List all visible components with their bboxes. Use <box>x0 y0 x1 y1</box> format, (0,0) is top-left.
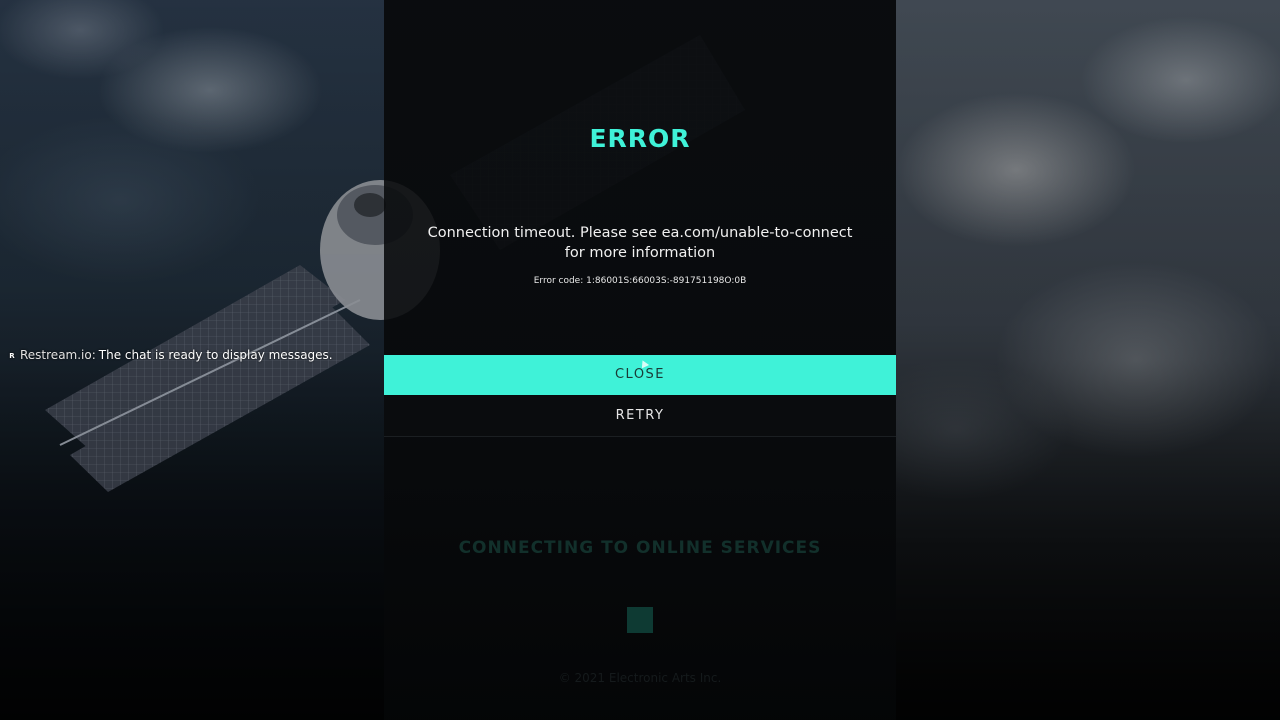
chat-sender: Restream.io: <box>20 348 96 362</box>
background-earth-right <box>896 0 1280 720</box>
error-dialog: ERROR Connection timeout. Please see ea.… <box>384 0 896 437</box>
restream-icon: R <box>9 352 15 360</box>
copyright-text: © 2021 Electronic Arts Inc. <box>558 671 722 685</box>
dialog-title: ERROR <box>589 124 691 153</box>
chat-overlay-message: R Restream.io: The chat is ready to displa… <box>8 348 333 362</box>
error-message-line-2: for more information <box>564 245 716 261</box>
error-message-line-1: Connection timeout. Please see ea.com/un… <box>427 225 853 241</box>
chat-message-text: The chat is ready to display messages. <box>98 348 333 362</box>
loading-spinner-icon <box>627 607 653 633</box>
loading-status-text: CONNECTING TO ONLINE SERVICES <box>458 538 822 558</box>
game-screen: ERROR Connection timeout. Please see ea.… <box>0 0 1280 720</box>
retry-button[interactable]: RETRY <box>384 396 896 437</box>
error-message: Connection timeout. Please see ea.com/un… <box>424 223 856 263</box>
error-code: Error code: 1:86001S:66003S:-891751198O:… <box>533 276 747 286</box>
